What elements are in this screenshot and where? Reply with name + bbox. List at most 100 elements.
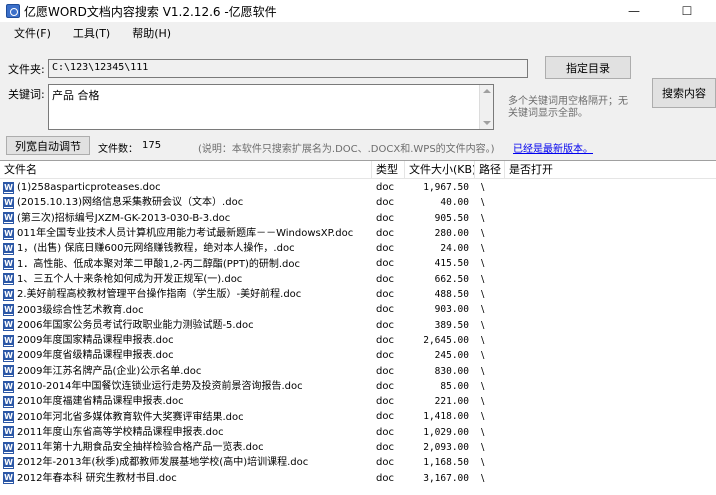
table-row[interactable]: 2010年度福建省精品课程申报表.doc doc 221.00 \ [0, 394, 716, 409]
keyword-input[interactable]: 产品 合格 [48, 84, 494, 130]
table-row[interactable]: 2003级综合性艺术教育.doc doc 903.00 \ [0, 302, 716, 317]
menu-file[interactable]: 文件(F) [6, 24, 59, 44]
opened-cell [505, 440, 716, 455]
file-size-cell: 662.50 [434, 273, 469, 285]
word-doc-icon [3, 441, 14, 454]
file-name-cell[interactable]: 2009年度国家精品课程申报表.doc [0, 333, 372, 348]
opened-cell [505, 409, 716, 424]
file-name: 2010年河北省多媒体教育软件大奖赛评审结果.doc [17, 411, 244, 423]
file-name-cell[interactable]: (2015.10.13)网络信息采集教研会议（文本）.doc [0, 195, 372, 210]
opened-cell [505, 256, 716, 271]
file-type-cell: doc [376, 243, 394, 255]
keyword-scrollbar[interactable] [479, 85, 493, 129]
file-name-cell[interactable]: 2011年第十九期食品安全抽样检验合格产品一览表.doc [0, 440, 372, 455]
file-name: 2011年第十九期食品安全抽样检验合格产品一览表.doc [17, 442, 264, 454]
file-name-cell[interactable]: (第三次)招标编号JXZM-GK-2013-030-B-3.doc [0, 211, 372, 226]
column-header-name[interactable]: 文件名 [0, 161, 372, 179]
select-directory-button[interactable]: 指定目录 [545, 56, 631, 79]
file-type-cell: doc [376, 380, 394, 392]
table-row[interactable]: (第三次)招标编号JXZM-GK-2013-030-B-3.doc doc 905.… [0, 211, 716, 226]
table-row[interactable]: 2010年河北省多媒体教育软件大奖赛评审结果.doc doc 1,418.00 \ [0, 409, 716, 424]
file-type-cell: doc [376, 442, 394, 454]
column-header-size[interactable]: 文件大小(KB) [405, 161, 475, 179]
file-name-cell[interactable]: 1，(出售) 保底日赚600元网络赚钱教程，绝对本人操作，.doc [0, 241, 372, 256]
file-name-cell[interactable]: 2012年春本科 研究生教材书目.doc [0, 471, 372, 486]
word-doc-icon [3, 380, 14, 393]
maximize-button[interactable]: ☐ [670, 0, 704, 22]
title-bar: 亿愿WORD文档内容搜索 V1.2.12.6 -亿愿软件 — ☐ [0, 0, 716, 22]
file-name-cell[interactable]: 1、三五个人十来条枪如何成为开发正规军(一).doc [0, 272, 372, 287]
file-name: 2009年江苏名牌产品(企业)公示名单.doc [17, 365, 202, 377]
menu-help[interactable]: 帮助(H) [124, 24, 179, 44]
column-header-path[interactable]: 路径 [475, 161, 505, 179]
table-row[interactable]: 1．高性能、低成本聚对苯二甲酸1,2-丙二醇酯(PPT)的研制.doc doc 41… [0, 256, 716, 271]
file-name-cell[interactable]: 2010年度福建省精品课程申报表.doc [0, 394, 372, 409]
word-doc-icon [3, 426, 14, 439]
word-doc-icon [3, 304, 14, 317]
file-path-cell: \ [481, 212, 485, 224]
table-row[interactable]: 1、三五个人十来条枪如何成为开发正规军(一).doc doc 662.50 \ [0, 272, 716, 287]
file-name: 2009年度国家精品课程申报表.doc [17, 335, 174, 347]
file-name-cell[interactable]: 1．高性能、低成本聚对苯二甲酸1,2-丙二醇酯(PPT)的研制.doc [0, 256, 372, 271]
table-row[interactable]: 2009年江苏名牌产品(企业)公示名单.doc doc 830.00 \ [0, 364, 716, 379]
menu-bar: 文件(F) 工具(T) 帮助(H) [0, 24, 179, 44]
file-type-cell: doc [376, 197, 394, 209]
file-name-cell[interactable]: 2009年江苏名牌产品(企业)公示名单.doc [0, 364, 372, 379]
file-name-cell[interactable]: 2003级综合性艺术教育.doc [0, 302, 372, 317]
table-row[interactable]: 2009年度国家精品课程申报表.doc doc 2,645.00 \ [0, 333, 716, 348]
table-row[interactable]: 2009年度省级精品课程申报表.doc doc 245.00 \ [0, 348, 716, 363]
file-type-cell: doc [376, 457, 394, 469]
table-row[interactable]: 2006年国家公务员考试行政职业能力测验试题-5.doc doc 389.50 \ [0, 318, 716, 333]
table-row[interactable]: 2012年-2013年(秋季)成都教师发展基地学校(高中)培训课程.doc doc… [0, 455, 716, 470]
file-list[interactable]: 文件名 类型 文件大小(KB) 路径 是否打开 (1)258asparticpr… [0, 160, 716, 495]
table-row[interactable]: 2.美好前程高校教材管理平台操作指南（学生版）-美好前程.doc doc 488.5… [0, 287, 716, 302]
word-doc-icon [3, 365, 14, 378]
file-name-cell[interactable]: 2011年度山东省高等学校精品课程申报表.doc [0, 425, 372, 440]
file-name-cell[interactable]: 2009年度省级精品课程申报表.doc [0, 348, 372, 363]
scroll-up-icon[interactable] [483, 89, 491, 93]
table-row[interactable]: (2015.10.13)网络信息采集教研会议（文本）.doc doc 40.00 \ [0, 195, 716, 210]
minimize-button[interactable]: — [617, 0, 651, 22]
file-name-cell[interactable]: 2010年河北省多媒体教育软件大奖赛评审结果.doc [0, 409, 372, 424]
search-content-button[interactable]: 搜索内容 [652, 78, 716, 108]
file-name-cell[interactable]: 011年全国专业技术人员计算机应用能力考试最新题库－－WindowsXP.doc [0, 226, 372, 241]
file-size-cell: 415.50 [434, 258, 469, 270]
file-type-cell: doc [376, 411, 394, 423]
word-doc-icon [3, 258, 14, 271]
column-header-type[interactable]: 类型 [372, 161, 405, 179]
file-name-cell[interactable]: 2012年-2013年(秋季)成都教师发展基地学校(高中)培训课程.doc [0, 455, 372, 470]
list-header: 文件名 类型 文件大小(KB) 路径 是否打开 [0, 161, 716, 179]
file-type-cell: doc [376, 426, 394, 438]
table-row[interactable]: 2011年第十九期食品安全抽样检验合格产品一览表.doc doc 2,093.00 \ [0, 440, 716, 455]
table-row[interactable]: (1)258asparticproteases.doc doc 1,967.50 \ [0, 180, 716, 195]
file-name-cell[interactable]: 2006年国家公务员考试行政职业能力测验试题-5.doc [0, 318, 372, 333]
menu-tools[interactable]: 工具(T) [65, 24, 118, 44]
table-row[interactable]: 1，(出售) 保底日赚600元网络赚钱教程，绝对本人操作，.doc doc 24.0… [0, 241, 716, 256]
file-type-cell: doc [376, 258, 394, 270]
file-path-cell: \ [481, 411, 485, 423]
file-path-cell: \ [481, 319, 485, 331]
window-title: 亿愿WORD文档内容搜索 V1.2.12.6 -亿愿软件 [24, 4, 277, 19]
file-type-cell: doc [376, 319, 394, 331]
file-name: 1，(出售) 保底日赚600元网络赚钱教程，绝对本人操作，.doc [17, 243, 295, 255]
word-doc-icon [3, 227, 14, 240]
table-row[interactable]: 2012年春本科 研究生教材书目.doc doc 3,167.00 \ [0, 471, 716, 486]
file-name-cell[interactable]: 2.美好前程高校教材管理平台操作指南（学生版）-美好前程.doc [0, 287, 372, 302]
table-row[interactable]: 2011年度山东省高等学校精品课程申报表.doc doc 1,029.00 \ [0, 425, 716, 440]
file-name-cell[interactable]: (1)258asparticproteases.doc [0, 180, 372, 195]
file-size-cell: 1,967.50 [423, 182, 469, 193]
scroll-down-icon[interactable] [483, 121, 491, 125]
table-row[interactable]: 011年全国专业技术人员计算机应用能力考试最新题库－－WindowsXP.doc… [0, 226, 716, 241]
opened-cell [505, 272, 716, 287]
opened-cell [505, 241, 716, 256]
folder-input[interactable]: C:\123\12345\111 [48, 59, 528, 78]
auto-adjust-columns-button[interactable]: 列宽自动调节 [6, 136, 90, 155]
file-path-cell: \ [481, 304, 485, 316]
column-header-opened[interactable]: 是否打开 [505, 161, 716, 179]
word-doc-icon [3, 288, 14, 301]
file-name: (2015.10.13)网络信息采集教研会议（文本）.doc [17, 197, 244, 209]
table-row[interactable]: 2010-2014年中国餐饮连锁业运行走势及投资前景咨询报告.doc doc 85.… [0, 379, 716, 394]
file-size-cell: 2,645.00 [423, 334, 469, 346]
latest-version-link[interactable]: 已经是最新版本。 [513, 140, 593, 155]
file-name-cell[interactable]: 2010-2014年中国餐饮连锁业运行走势及投资前景咨询报告.doc [0, 379, 372, 394]
